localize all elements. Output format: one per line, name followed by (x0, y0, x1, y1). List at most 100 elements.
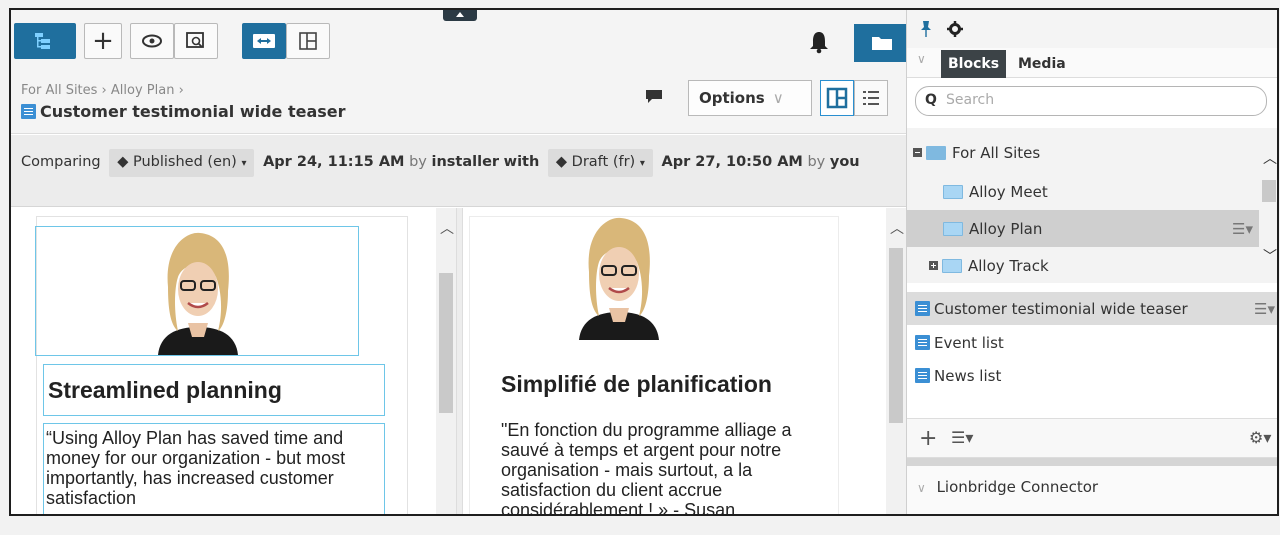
collapse-handle[interactable] (443, 10, 477, 21)
page-title: Customer testimonial wide teaser (21, 102, 346, 121)
compare-icon (253, 34, 275, 48)
chevron-down-icon[interactable]: ∨ (917, 52, 926, 66)
scroll-thumb[interactable] (439, 273, 453, 413)
right-pane-scrollbar[interactable]: ︿ (886, 208, 906, 514)
comment-icon[interactable] (644, 88, 664, 104)
list-icon (863, 91, 879, 105)
tree-item-for-all-sites[interactable]: For All Sites (907, 134, 1259, 171)
pin-icon[interactable] (919, 20, 933, 38)
chevron-down-icon: ∨ (772, 89, 784, 107)
layout-button[interactable] (286, 23, 330, 59)
gear-icon[interactable]: ⚙▾ (1249, 428, 1271, 447)
tree-item-label: Alloy Track (968, 256, 1049, 275)
tree-item-label: For All Sites (952, 143, 1041, 162)
block-quote: “Using Alloy Plan has saved time and mon… (46, 428, 346, 508)
chevron-down-icon[interactable]: ﹀ (1263, 246, 1277, 266)
page-title-text: Customer testimonial wide teaser (40, 102, 346, 121)
list-item-label: Customer testimonial wide teaser (934, 299, 1188, 318)
side-by-side-view-toggle[interactable] (820, 80, 854, 116)
options-label: Options (699, 89, 765, 107)
plus-icon: + (92, 26, 114, 56)
tab-media[interactable]: Media (1011, 50, 1073, 78)
block-title: Streamlined planning (48, 377, 282, 403)
title-property[interactable]: Streamlined planning (43, 364, 385, 416)
left-user: installer (431, 154, 500, 170)
preview-icon (186, 32, 204, 48)
scroll-thumb[interactable] (889, 248, 903, 423)
columns-icon (826, 87, 848, 109)
tree-scrollbar[interactable]: ︿ ﹀ (1259, 128, 1277, 283)
by-label-2: by (807, 154, 826, 170)
portrait-image (158, 232, 238, 355)
pane-divider[interactable] (456, 208, 463, 514)
add-block-button[interactable]: + (919, 426, 937, 451)
collapse-icon[interactable] (913, 148, 922, 157)
scroll-thumb[interactable] (1262, 180, 1276, 202)
right-version-select[interactable]: ◆ Draft (fr) ▾ (547, 149, 653, 177)
left-version-select[interactable]: ◆ Published (en) ▾ (109, 149, 255, 177)
folder-icon (942, 258, 962, 273)
layout-icon (299, 32, 317, 50)
caret-icon: ▾ (241, 158, 247, 169)
assets-pane-button[interactable] (854, 24, 909, 62)
folder-icon (943, 221, 963, 236)
panel-tabs: ∨ Blocks Media (907, 48, 1277, 78)
folder-icon (871, 37, 892, 50)
tree-item-alloy-meet[interactable]: Alloy Meet (907, 173, 1259, 210)
block-list-toolbar: + ☰▾ ⚙▾ (907, 418, 1277, 458)
assets-panel: ∨ Blocks Media Q Search For All Sites Al… (906, 10, 1277, 514)
list-item[interactable]: Event list (907, 326, 1277, 359)
tree-item-alloy-plan[interactable]: Alloy Plan ☰▾ (907, 210, 1259, 247)
menu-icon[interactable]: ☰▾ (951, 428, 973, 447)
tree-item-label: Alloy Plan (969, 219, 1043, 238)
gear-icon[interactable] (947, 21, 963, 37)
left-date: Apr 24, 11:15 AM (263, 154, 405, 170)
preview-eye-button[interactable] (130, 23, 174, 59)
folder-tree: For All Sites Alloy Meet Alloy Plan ☰▾ A… (907, 128, 1277, 284)
tree-item-alloy-track[interactable]: Alloy Track (907, 247, 1259, 284)
page-tree-button[interactable] (14, 23, 76, 59)
compare-button[interactable] (242, 23, 286, 59)
site-folder-icon (926, 145, 946, 160)
top-toolbar: + (11, 10, 909, 72)
left-pane-scrollbar[interactable]: ︿ (436, 208, 456, 514)
quote-property[interactable]: “Using Alloy Plan has saved time and mon… (43, 423, 385, 514)
block-icon (915, 368, 930, 383)
block-title: Simplifié de planification (501, 371, 772, 397)
search-input[interactable]: Q Search (915, 86, 1267, 116)
block-icon (915, 335, 930, 350)
menu-icon[interactable]: ☰▾ (1254, 300, 1275, 318)
lionbridge-connector-section[interactable]: ∨ Lionbridge Connector (907, 466, 1277, 514)
draft-preview-pane: Simplifié de planification "En fonction … (463, 208, 906, 514)
search-icon: Q (925, 92, 937, 108)
chevron-up-icon[interactable]: ︿ (890, 218, 904, 238)
app-window: + For All Sites › Alloy Plan › Customer … (9, 8, 1279, 516)
eye-icon (142, 34, 162, 48)
list-item-label: News list (934, 366, 1002, 385)
search-placeholder: Search (946, 92, 995, 108)
chevron-up-icon[interactable]: ︿ (1263, 148, 1277, 168)
expand-icon[interactable] (929, 261, 938, 270)
panel-toolbar (907, 10, 1277, 48)
breadcrumb[interactable]: For All Sites › Alloy Plan › (21, 83, 184, 98)
tab-blocks[interactable]: Blocks (941, 50, 1007, 78)
options-button[interactable]: Options ∨ (688, 80, 812, 116)
block-icon (21, 104, 36, 119)
list-item[interactable]: News list (907, 359, 1277, 392)
list-item-label: Event list (934, 333, 1004, 352)
published-preview-pane: Streamlined planning “Using Alloy Plan h… (11, 208, 456, 514)
menu-icon[interactable]: ☰▾ (1232, 220, 1253, 238)
list-view-toggle[interactable] (854, 80, 888, 116)
folder-icon (943, 184, 963, 199)
image-property[interactable] (35, 226, 359, 356)
bell-icon[interactable] (808, 30, 830, 54)
preview-device-button[interactable] (174, 23, 218, 59)
left-version-label: Published (en) (132, 154, 237, 170)
add-button[interactable]: + (84, 23, 122, 59)
chevron-up-icon[interactable]: ︿ (440, 218, 454, 238)
block-list: Customer testimonial wide teaser ☰▾ Even… (907, 288, 1277, 408)
list-item[interactable]: Customer testimonial wide teaser ☰▾ (907, 292, 1277, 325)
block-icon (915, 301, 930, 316)
tree-icon (35, 33, 50, 49)
right-version-label: Draft (fr) (571, 154, 636, 170)
